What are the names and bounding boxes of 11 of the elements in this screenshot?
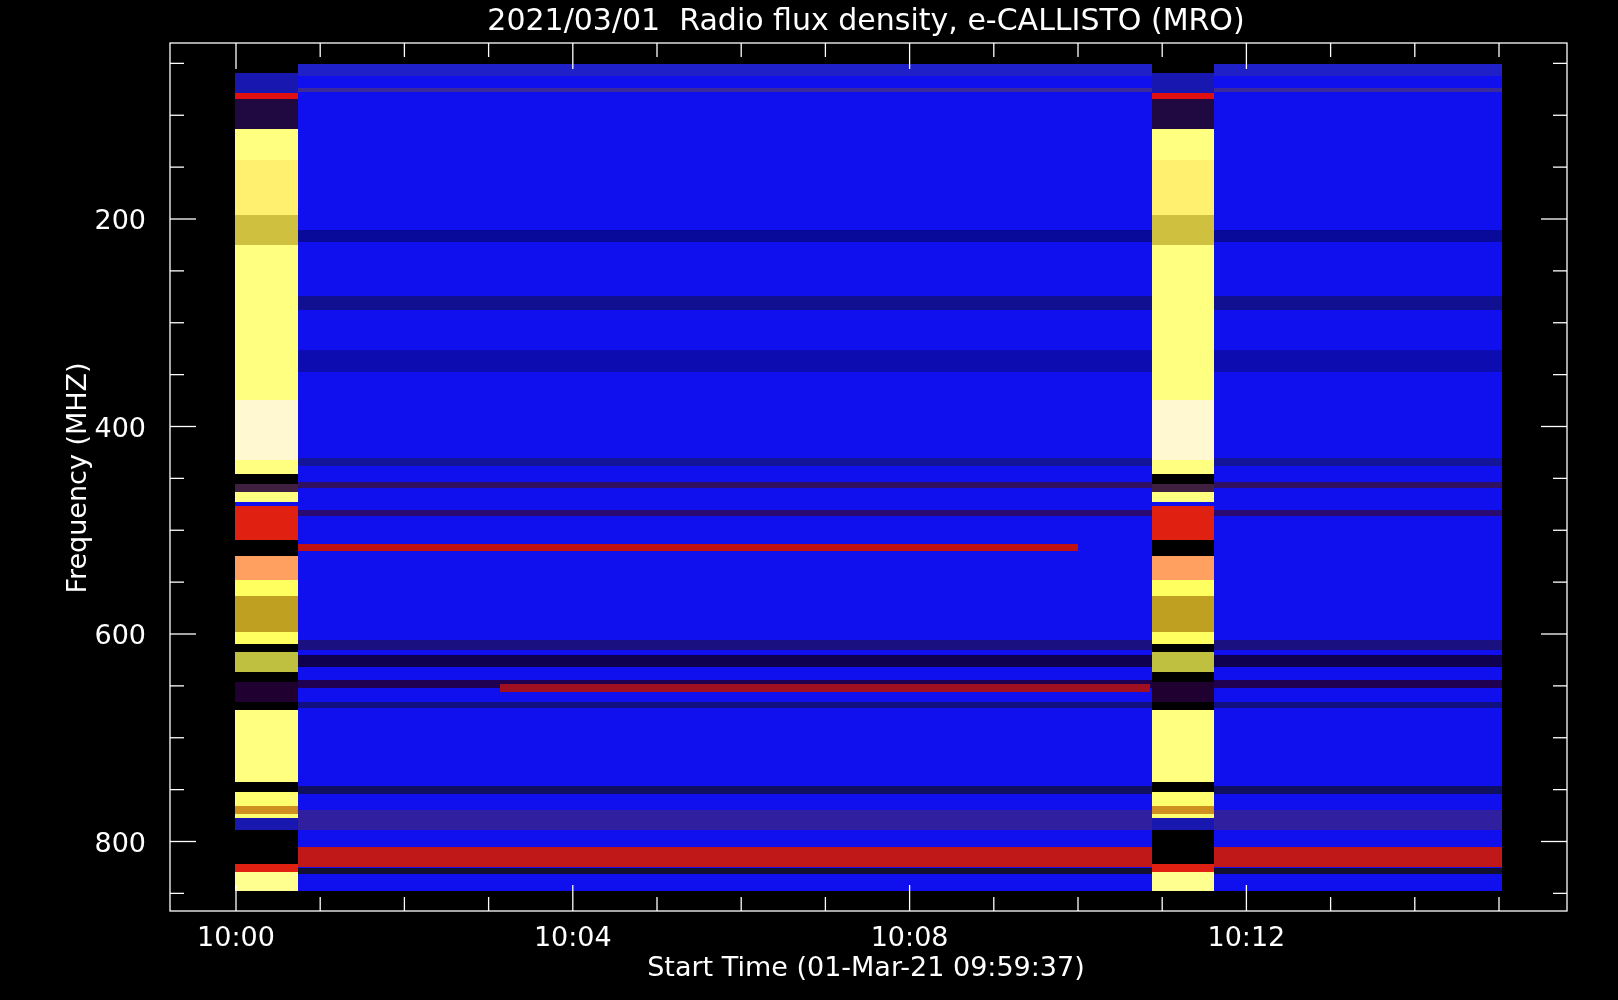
tick-label: 800 bbox=[94, 826, 146, 858]
tick-label: 10:12 bbox=[1207, 921, 1286, 952]
axis-label: Frequency (MHZ) bbox=[61, 362, 92, 594]
tick-label: 10:04 bbox=[533, 921, 612, 952]
tick-label: 10:08 bbox=[870, 921, 949, 952]
tick-label: 10:00 bbox=[197, 921, 275, 952]
axis-label: Start Time (01-Mar-21 09:59:37) bbox=[647, 951, 1085, 982]
tick-label: 600 bbox=[94, 619, 146, 650]
tick-label: 400 bbox=[94, 411, 146, 443]
tick-label: 200 bbox=[94, 204, 146, 235]
plot-title: 2021/03/01 Radio flux density, e-CALLISTO (MRO) bbox=[487, 2, 1245, 37]
